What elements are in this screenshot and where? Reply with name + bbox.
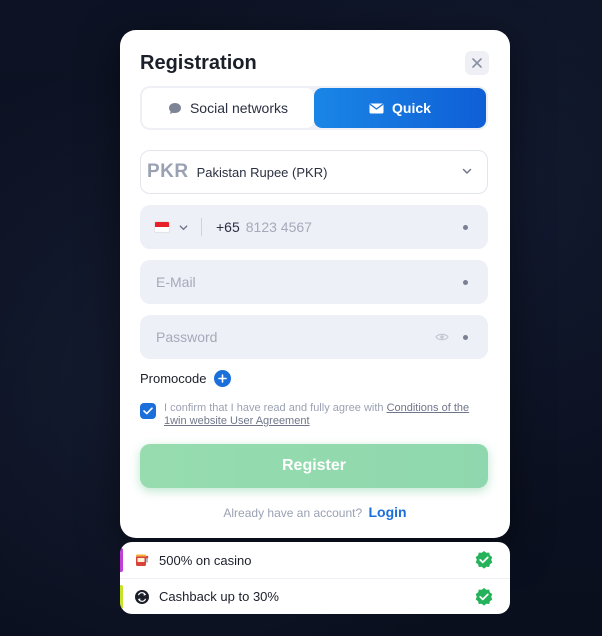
- email-field: [140, 260, 488, 304]
- verified-check-icon: [475, 588, 493, 606]
- checkmark-icon: [143, 407, 153, 415]
- country-chevron-down-icon[interactable]: [178, 222, 189, 233]
- email-input[interactable]: [156, 260, 463, 304]
- currency-name: Pakistan Rupee (PKR): [196, 164, 328, 180]
- agreement-row: I confirm that I have read and fully agr…: [140, 402, 480, 428]
- tab-quick-label: Quick: [392, 100, 431, 116]
- password-field: [140, 315, 488, 359]
- agreement-checkbox[interactable]: [140, 403, 156, 419]
- login-prompt: Already have an account? Login: [120, 504, 510, 520]
- slot-machine-icon: [136, 554, 149, 566]
- eye-icon[interactable]: [435, 332, 449, 342]
- tab-social-networks-label: Social networks: [189, 100, 289, 116]
- agreement-statement: I confirm that I have read and fully agr…: [164, 402, 387, 414]
- password-required-indicator: [463, 334, 468, 340]
- password-input[interactable]: [156, 315, 435, 359]
- login-prompt-text: Already have an account?: [223, 506, 363, 520]
- bonus-accent-bar: [120, 548, 123, 572]
- bonus-accent-bar: [120, 585, 123, 609]
- bonus-item: 500% on casino: [120, 542, 510, 578]
- promocode-label: Promocode: [140, 371, 207, 386]
- phone-field: +65: [140, 205, 488, 249]
- email-required-indicator: [463, 279, 468, 285]
- phone-separator: [201, 218, 202, 236]
- envelope-icon: [369, 103, 384, 113]
- tab-social-networks[interactable]: Social networks: [142, 88, 314, 128]
- bonus-text: Cashback up to 30%: [159, 589, 279, 604]
- cashback-icon: [135, 589, 149, 604]
- currency-select[interactable]: PKR Pakistan Rupee (PKR): [140, 150, 488, 194]
- promocode-toggle[interactable]: Promocode: [140, 370, 232, 387]
- agreement-text: I confirm that I have read and fully agr…: [164, 402, 480, 428]
- bonus-text: 500% on casino: [159, 552, 252, 568]
- bonus-item: Cashback up to 30%: [120, 578, 510, 614]
- close-icon: [472, 58, 482, 68]
- registration-method-tabs: Social networks Quick: [140, 86, 488, 130]
- verified-check-icon: [475, 551, 493, 569]
- chat-bubble-icon: [168, 102, 181, 114]
- phone-required-indicator: [463, 224, 468, 230]
- login-link[interactable]: Login: [369, 504, 407, 520]
- currency-code: PKR: [147, 161, 189, 182]
- register-button[interactable]: Register: [140, 444, 488, 488]
- chevron-down-icon: [462, 168, 472, 175]
- close-button[interactable]: [465, 51, 489, 75]
- plus-icon: [214, 370, 232, 387]
- registration-modal: Registration Social networks Quick PKR P…: [120, 30, 510, 538]
- tab-quick[interactable]: Quick: [314, 88, 486, 128]
- singapore-flag-icon[interactable]: [154, 221, 170, 233]
- bonus-panel: 500% on casino Cashback up to 30%: [120, 542, 510, 614]
- modal-title: Registration: [140, 52, 257, 74]
- phone-prefix: +65: [216, 219, 240, 235]
- phone-input[interactable]: [245, 205, 463, 249]
